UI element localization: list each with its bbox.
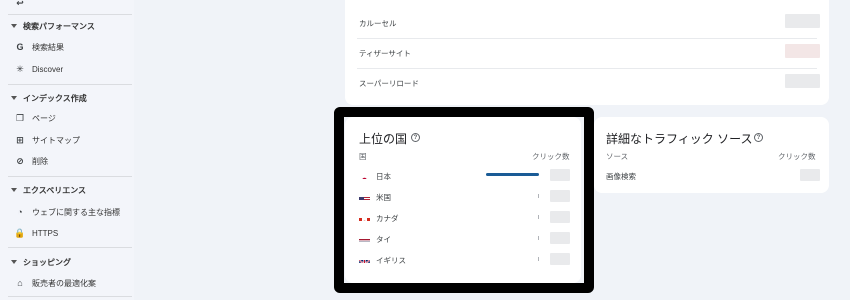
divider bbox=[8, 296, 132, 297]
divider bbox=[8, 14, 132, 15]
row-label: スーパーリロード bbox=[359, 79, 419, 88]
th-flag-icon bbox=[359, 234, 370, 242]
country-name: タイ bbox=[376, 235, 391, 244]
clicks-bar bbox=[538, 194, 539, 198]
section-search-performance[interactable]: 検索パフォーマンス bbox=[0, 16, 134, 36]
redacted-value bbox=[550, 232, 570, 244]
help-icon[interactable]: ? bbox=[411, 133, 420, 142]
google-g-icon: G bbox=[16, 42, 24, 52]
divider bbox=[8, 176, 132, 177]
row-label: ティザーサイト bbox=[359, 49, 411, 58]
redacted-value bbox=[785, 14, 820, 28]
caret-down-icon bbox=[11, 96, 17, 100]
section-experience[interactable]: エクスペリエンス bbox=[0, 180, 134, 200]
column-header-clicks[interactable]: クリック数 bbox=[532, 151, 570, 162]
country-name: イギリス bbox=[376, 256, 406, 265]
redacted-value bbox=[550, 253, 570, 265]
gb-flag-icon bbox=[359, 255, 370, 263]
jp-flag-icon bbox=[359, 171, 370, 179]
tag-icon: ⌂ bbox=[17, 278, 23, 288]
redacted-value bbox=[785, 74, 820, 88]
sidebar-item-discover[interactable]: ✳ Discover bbox=[0, 59, 134, 79]
redacted-value bbox=[550, 211, 570, 223]
sidebar-item-label: 検索結果 bbox=[32, 42, 64, 52]
card-title: 上位の国 bbox=[359, 132, 408, 146]
clicks-bar bbox=[486, 173, 539, 176]
lock-icon: 🔒 bbox=[14, 227, 26, 238]
divider bbox=[357, 68, 817, 69]
gauge-icon: ◔ bbox=[17, 207, 23, 217]
top-countries-card: 上位の国 ? 国 クリック数 日本 米国 カナダ タイ イギリス bbox=[345, 117, 581, 283]
sidebar-item-label: 販売者の最適化案 bbox=[32, 278, 96, 288]
caret-down-icon bbox=[11, 260, 17, 264]
divider bbox=[8, 84, 132, 85]
sidebar-item-label: ウェブに関する主な指標 bbox=[32, 207, 120, 217]
sidebar-item-removals[interactable]: ⊘ 削除 bbox=[0, 151, 134, 171]
sidebar-item-sitemaps[interactable]: ⊞ サイトマップ bbox=[0, 130, 134, 150]
sidebar-item-merchant-opportunities[interactable]: ⌂ 販売者の最適化案 bbox=[0, 273, 134, 293]
asterisk-icon: ✳ bbox=[16, 63, 24, 74]
column-header-country: 国 bbox=[359, 152, 367, 161]
help-icon[interactable]: ? bbox=[754, 133, 763, 142]
row-label: カルーセル bbox=[359, 19, 397, 28]
sidebar-item-pages[interactable]: ❐ ページ bbox=[0, 108, 134, 128]
sidebar-item-search-results[interactable]: G 検索結果 bbox=[0, 37, 134, 57]
country-name: 日本 bbox=[376, 172, 391, 181]
sitemap-icon: ⊞ bbox=[16, 134, 24, 145]
divider bbox=[8, 247, 132, 248]
pages-icon: ❐ bbox=[15, 112, 25, 123]
clicks-bar bbox=[538, 215, 539, 219]
section-label: ショッピング bbox=[23, 257, 71, 267]
redacted-value bbox=[550, 190, 570, 202]
country-name: 米国 bbox=[376, 193, 391, 202]
back-arrow-icon: ↩ bbox=[16, 0, 24, 8]
ca-flag-icon bbox=[359, 213, 370, 221]
section-label: エクスペリエンス bbox=[23, 185, 87, 195]
sidebar-item-label: サイトマップ bbox=[32, 135, 80, 145]
section-label: インデックス作成 bbox=[23, 93, 87, 103]
section-indexing[interactable]: インデックス作成 bbox=[0, 88, 134, 108]
country-name: カナダ bbox=[376, 214, 399, 223]
redacted-value bbox=[550, 169, 570, 181]
sidebar-item-label: HTTPS bbox=[32, 228, 59, 238]
sidebar: ↩ 検索パフォーマンス G 検索結果 ✳ Discover インデックス作成 ❐… bbox=[0, 0, 134, 300]
sidebar-item-label: 削除 bbox=[32, 156, 48, 166]
column-header-source: ソース bbox=[606, 152, 629, 161]
sidebar-item-label: ページ bbox=[32, 113, 56, 123]
card-title: 詳細なトラフィック ソース bbox=[606, 132, 753, 146]
source-name: 画像検索 bbox=[606, 172, 636, 181]
sidebar-item-label: Discover bbox=[32, 64, 64, 74]
search-appearance-card: カルーセル ティザーサイト スーパーリロード bbox=[345, 0, 829, 105]
redacted-value bbox=[800, 169, 820, 181]
sidebar-item-https[interactable]: 🔒 HTTPS bbox=[0, 223, 134, 243]
clicks-bar bbox=[538, 236, 539, 240]
caret-down-icon bbox=[11, 188, 17, 192]
clicks-bar bbox=[538, 257, 539, 261]
us-flag-icon bbox=[359, 192, 370, 200]
sidebar-item-core-web-vitals[interactable]: ◔ ウェブに関する主な指標 bbox=[0, 202, 134, 222]
section-label: 検索パフォーマンス bbox=[23, 21, 95, 31]
section-shopping[interactable]: ショッピング bbox=[0, 252, 134, 272]
removals-icon: ⊘ bbox=[16, 155, 24, 166]
traffic-sources-card: 詳細なトラフィック ソース ? ソース クリック数 画像検索 bbox=[594, 117, 829, 193]
sidebar-item-cutoff[interactable]: ↩ bbox=[0, 0, 134, 13]
column-header-clicks[interactable]: クリック数 bbox=[778, 151, 816, 162]
caret-down-icon bbox=[11, 24, 17, 28]
redacted-value bbox=[785, 44, 820, 58]
divider bbox=[357, 38, 817, 39]
